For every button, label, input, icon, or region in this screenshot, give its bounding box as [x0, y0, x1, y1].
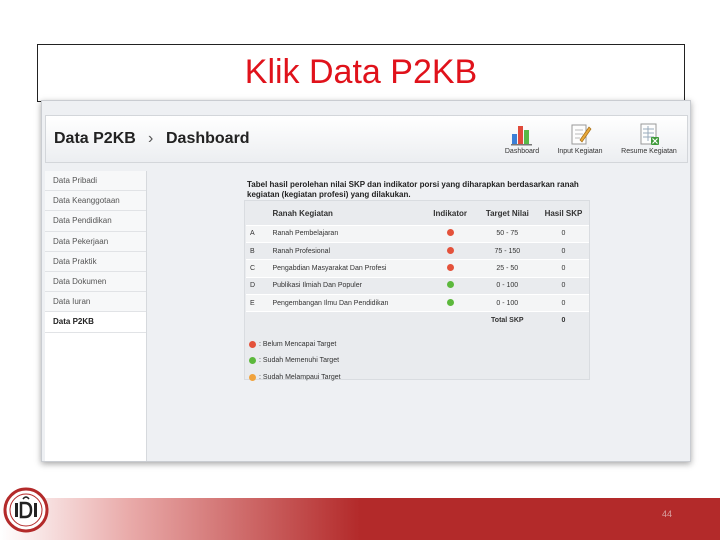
row-name: Pengabdian Masyarakat Dan Profesi: [268, 259, 424, 278]
col-target: Target Nilai: [485, 209, 529, 219]
row-name: Ranah Profesional: [268, 241, 424, 260]
sidebar-item-data-pendidikan[interactable]: Data Pendidikan: [45, 211, 146, 232]
page-number: 44: [662, 509, 673, 519]
row-result: 0: [537, 241, 589, 260]
indicator-dot: [446, 263, 454, 271]
app-screenshot: Data P2KB › Dashboard Dashboard Input Ke…: [41, 100, 691, 462]
dashboard-label: Dashboard: [504, 148, 540, 155]
resume-kegiatan-label: Resume Kegiatan: [621, 148, 677, 155]
sidebar-item-data-keanggotaan[interactable]: Data Keanggotaan: [45, 191, 146, 212]
main-content: Tabel hasil perolehan nilai SKP dan indi…: [152, 171, 688, 461]
table-row: E Pengembangan Ilmu Dan Pendidikan 0 - 1…: [246, 294, 589, 312]
row-result: 0: [537, 224, 589, 243]
footer-bar: [0, 498, 720, 540]
legend-label: : Sudah Memenuhi Target: [259, 357, 340, 365]
legend-label: : Sudah Melampaui Target: [259, 373, 341, 381]
dashboard-button[interactable]: Dashboard: [498, 122, 546, 155]
total-label: Total SKP: [476, 311, 538, 330]
legend-item: : Sudah Melampaui Target: [249, 369, 341, 386]
col-code: [246, 203, 268, 225]
row-code: D: [246, 276, 269, 295]
resume-kegiatan-button[interactable]: Resume Kegiatan: [614, 122, 684, 155]
slide-title-box: Klik Data P2KB: [37, 44, 685, 102]
row-result: 0: [537, 294, 589, 312]
table-caption: Tabel hasil perolehan nilai SKP dan indi…: [247, 180, 579, 199]
legend-label: : Belum Mencapai Target: [259, 340, 337, 348]
row-name: Pengembangan Ilmu Dan Pendidikan: [268, 294, 424, 312]
row-code: A: [246, 224, 269, 243]
breadcrumb-dashboard: Dashboard: [166, 130, 250, 147]
table-row: D Publikasi Ilmiah Dan Populer 0 - 100 0: [246, 276, 589, 295]
col-indikator: Indikator: [433, 209, 468, 219]
skp-panel: Ranah Kegiatan Indikator Target Nilai Ha…: [244, 200, 590, 381]
total-value: 0: [537, 311, 589, 330]
input-kegiatan-button[interactable]: Input Kegiatan: [552, 122, 608, 155]
row-code: C: [246, 259, 269, 278]
legend-dot: [249, 373, 256, 381]
legend-item: : Belum Mencapai Target: [249, 336, 341, 353]
row-result: 0: [537, 276, 589, 295]
sidebar-item-data-pekerjaan[interactable]: Data Pekerjaan: [45, 231, 146, 252]
col-hasil: Hasil SKP: [544, 209, 583, 219]
table-total-row: Total SKP 0: [246, 311, 589, 330]
row-result: 0: [537, 259, 589, 278]
table-row: B Ranah Profesional 75 - 150 0: [246, 241, 589, 260]
sidebar-item-data-praktik[interactable]: Data Praktik: [45, 251, 146, 272]
legend-dot: [249, 357, 256, 365]
row-name: Ranah Pembelajaran: [268, 224, 424, 243]
input-kegiatan-label: Input Kegiatan: [557, 148, 603, 155]
sidebar: Data Pribadi Data Keanggotaan Data Pendi…: [45, 171, 147, 461]
legend-item: : Sudah Memenuhi Target: [249, 353, 341, 370]
indicator-legend: : Belum Mencapai Target : Sudah Memenuhi…: [249, 336, 341, 386]
skp-table: Ranah Kegiatan Indikator Target Nilai Ha…: [246, 203, 589, 330]
row-name: Publikasi Ilmiah Dan Populer: [268, 276, 424, 295]
row-target: 0 - 100: [476, 294, 538, 312]
sidebar-item-data-iuran[interactable]: Data Iuran: [45, 292, 146, 313]
col-ranah: Ranah Kegiatan: [272, 209, 333, 219]
breadcrumb-data-p2kb[interactable]: Data P2KB: [54, 130, 136, 148]
row-code: B: [246, 241, 269, 260]
table-header-row: Ranah Kegiatan Indikator Target Nilai Ha…: [246, 203, 589, 225]
row-target: 50 - 75: [476, 224, 538, 243]
sidebar-item-data-dokumen[interactable]: Data Dokumen: [45, 271, 146, 293]
indicator-dot: [446, 246, 454, 254]
indicator-dot: [446, 298, 454, 306]
slide-title: Klik Data P2KB: [244, 53, 478, 91]
row-target: 75 - 150: [476, 241, 538, 260]
breadcrumb-separator: ›: [148, 130, 154, 147]
organization-logo: [3, 487, 49, 533]
sidebar-item-data-p2kb[interactable]: Data P2KB: [45, 312, 146, 333]
app-header: Data P2KB › Dashboard Dashboard Input Ke…: [45, 115, 688, 163]
row-code: E: [246, 294, 269, 312]
indicator-dot: [446, 229, 454, 237]
table-row: A Ranah Pembelajaran 50 - 75 0: [246, 224, 589, 243]
sidebar-item-data-pribadi[interactable]: Data Pribadi: [45, 171, 146, 192]
spreadsheet-icon: [640, 123, 659, 145]
indicator-dot: [446, 281, 454, 289]
bar-chart-icon: [511, 126, 532, 146]
row-target: 0 - 100: [476, 276, 538, 295]
edit-document-icon: [571, 124, 592, 145]
table-row: C Pengabdian Masyarakat Dan Profesi 25 -…: [246, 259, 589, 278]
legend-dot: [249, 340, 256, 348]
row-target: 25 - 50: [476, 259, 538, 278]
